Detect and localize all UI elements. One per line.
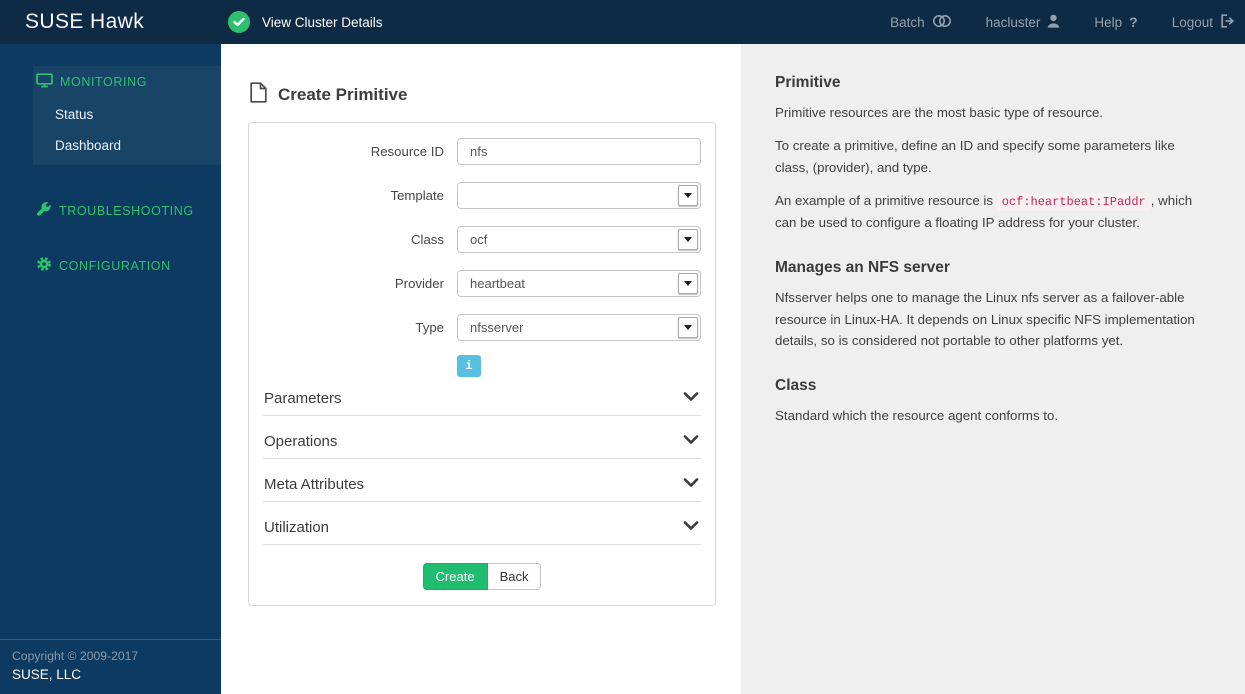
- code-snippet: ocf:heartbeat:IPaddr: [996, 192, 1151, 211]
- provider-select-value: heartbeat: [470, 276, 525, 291]
- class-select[interactable]: ocf: [457, 226, 701, 253]
- resource-id-input[interactable]: [457, 138, 701, 165]
- document-icon: [250, 82, 267, 108]
- parameters-label: Parameters: [264, 389, 342, 407]
- back-button[interactable]: Back: [487, 563, 542, 590]
- app-window: SUSE Hawk View Cluster Details Batch hac…: [0, 0, 1245, 694]
- type-label: Type: [415, 320, 444, 335]
- help-paragraph: To create a primitive, define an ID and …: [775, 138, 1175, 175]
- chevron-down-icon: [683, 389, 699, 407]
- sidebar-item-monitoring[interactable]: MONITORING: [36, 73, 221, 91]
- accordion-parameters[interactable]: Parameters: [263, 377, 701, 416]
- help-menu-item[interactable]: Help ?: [1094, 14, 1137, 30]
- class-row: Class ocf: [263, 226, 701, 253]
- batch-label: Batch: [890, 14, 925, 30]
- help-section-agent: Manages an NFS server Nfsserver helps on…: [775, 259, 1199, 351]
- help-panel: Primitive Primitive resources are the mo…: [741, 44, 1245, 694]
- resource-id-label: Resource ID: [370, 144, 444, 159]
- dropdown-arrow-icon: [678, 273, 698, 294]
- utilization-label: Utilization: [264, 518, 330, 536]
- sidebar-item-dashboard[interactable]: Dashboard: [36, 122, 221, 153]
- wrench-icon: [36, 201, 52, 220]
- chevron-down-icon: [683, 518, 699, 536]
- logout-menu-item[interactable]: Logout: [1171, 13, 1235, 31]
- class-select-value: ocf: [470, 232, 488, 247]
- dropdown-arrow-icon: [678, 229, 698, 250]
- provider-row: Provider heartbeat: [263, 270, 701, 297]
- class-label: Class: [411, 232, 444, 247]
- type-row: Type nfsserver: [263, 314, 701, 341]
- app-logo: SUSE Hawk: [25, 10, 145, 33]
- template-row: Template: [263, 182, 701, 209]
- template-label: Template: [390, 188, 444, 203]
- question-icon: ?: [1129, 14, 1138, 30]
- company-text: SUSE, LLC: [12, 667, 82, 682]
- provider-select[interactable]: heartbeat: [457, 270, 701, 297]
- sidebar: MONITORING Status Dashboard TROUBLESHOOT…: [0, 44, 221, 694]
- form-actions: Create Back: [263, 563, 701, 590]
- sidebar-item-configuration[interactable]: CONFIGURATION: [0, 256, 221, 275]
- help-section-primitive: Primitive Primitive resources are the mo…: [775, 74, 1199, 233]
- template-select[interactable]: [457, 182, 701, 209]
- help-section-class: Class Standard which the resource agent …: [775, 377, 1199, 426]
- gear-icon: [36, 256, 52, 275]
- help-paragraph: An example of a primitive resource is oc…: [775, 190, 1199, 233]
- create-primitive-form: Resource ID Template Class ocf: [248, 122, 716, 606]
- logout-label: Logout: [1171, 14, 1213, 30]
- meta-attributes-label: Meta Attributes: [264, 475, 365, 493]
- configuration-label: CONFIGURATION: [59, 258, 171, 273]
- type-select-value: nfsserver: [470, 320, 524, 335]
- user-menu-item[interactable]: hacluster: [986, 14, 1061, 31]
- accordion-operations[interactable]: Operations: [263, 416, 701, 459]
- sidebar-footer: Copyright © 2009-2017 SUSE, LLC: [0, 639, 221, 694]
- sidebar-item-status[interactable]: Status: [36, 91, 221, 122]
- help-text: An example of a primitive resource is: [775, 192, 997, 208]
- page-title: Create Primitive: [250, 82, 716, 108]
- dropdown-arrow-icon: [678, 185, 698, 206]
- monitoring-label: MONITORING: [60, 75, 148, 89]
- agent-info-row: i: [457, 355, 701, 377]
- help-label: Help: [1094, 14, 1123, 30]
- operations-label: Operations: [264, 432, 338, 450]
- chevron-down-icon: [683, 475, 699, 493]
- accordion-utilization[interactable]: Utilization: [263, 502, 701, 545]
- help-heading: Primitive: [775, 74, 841, 91]
- top-bar: SUSE Hawk View Cluster Details Batch hac…: [0, 0, 1245, 44]
- provider-label: Provider: [394, 276, 444, 291]
- agent-info-button[interactable]: i: [457, 355, 481, 377]
- copyright-text: Copyright © 2009-2017: [12, 649, 139, 663]
- batch-menu-item[interactable]: Batch: [890, 14, 952, 31]
- sidebar-item-troubleshooting[interactable]: TROUBLESHOOTING: [0, 201, 221, 220]
- help-paragraph: Nfsserver helps one to manage the Linux …: [775, 290, 1195, 348]
- top-nav: Batch hacluster Help ? Logout: [890, 13, 1245, 31]
- view-cluster-details-link[interactable]: View Cluster Details: [228, 11, 383, 33]
- dropdown-arrow-icon: [678, 317, 698, 338]
- chevron-down-icon: [683, 432, 699, 450]
- create-button[interactable]: Create: [422, 563, 488, 590]
- page-title-label: Create Primitive: [278, 85, 408, 104]
- sidebar-section-monitoring: MONITORING Status Dashboard: [33, 66, 221, 165]
- user-icon: [1047, 14, 1060, 31]
- sidebar-nav: MONITORING Status Dashboard TROUBLESHOOT…: [0, 44, 221, 275]
- help-heading: Class: [775, 377, 817, 395]
- monitor-icon: [36, 73, 53, 91]
- view-cluster-details-label: View Cluster Details: [262, 14, 383, 30]
- main-content: Create Primitive Resource ID Template Cl…: [221, 44, 741, 694]
- resource-id-row: Resource ID: [263, 138, 701, 165]
- help-paragraph: Primitive resources are the most basic t…: [775, 105, 1104, 120]
- help-paragraph: Standard which the resource agent confor…: [775, 408, 1059, 424]
- accordion-meta-attributes[interactable]: Meta Attributes: [263, 459, 701, 502]
- cluster-healthy-check-icon: [228, 11, 250, 33]
- batch-toggle-icon: [932, 14, 952, 31]
- help-heading: Manages an NFS server: [775, 259, 950, 277]
- troubleshooting-label: TROUBLESHOOTING: [59, 203, 194, 218]
- username-label: hacluster: [985, 14, 1041, 30]
- logout-icon: [1220, 13, 1235, 31]
- type-select[interactable]: nfsserver: [457, 314, 701, 341]
